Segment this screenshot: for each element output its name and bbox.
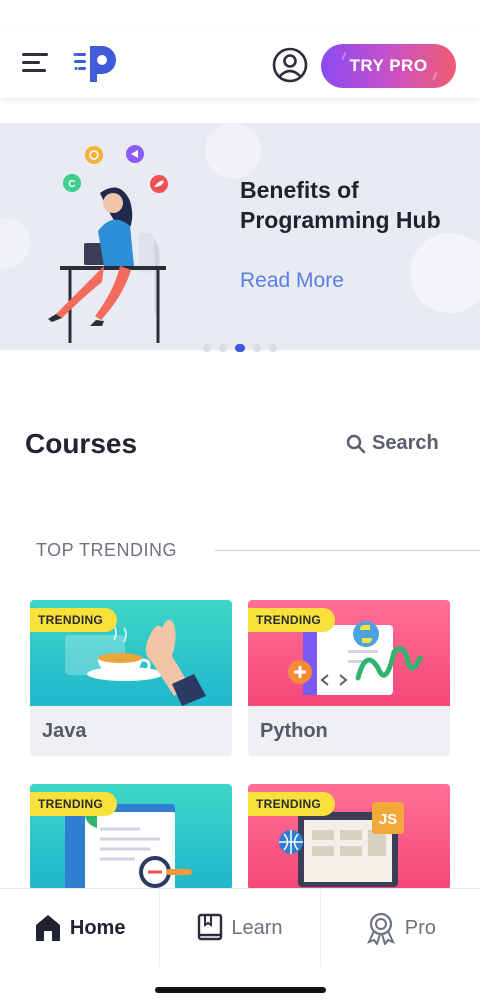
tab-label: Home bbox=[69, 916, 126, 939]
app-header: TRY PRO bbox=[0, 30, 480, 98]
menu-icon[interactable] bbox=[22, 50, 50, 76]
carousel-dot[interactable] bbox=[269, 344, 277, 352]
section-divider bbox=[215, 550, 480, 551]
js-tag: JS bbox=[379, 811, 397, 828]
try-pro-button[interactable]: TRY PRO bbox=[321, 44, 456, 88]
section-label-top-trending: TOP TRENDING bbox=[36, 540, 178, 560]
search-label: Search bbox=[372, 432, 439, 454]
carousel-dot-active[interactable] bbox=[235, 344, 245, 352]
svg-text:C: C bbox=[68, 179, 75, 190]
featured-banner[interactable]: C Benefits of Programming Hub Read More bbox=[0, 123, 480, 350]
carousel-indicator bbox=[0, 344, 480, 352]
trending-badge: TRENDING bbox=[248, 792, 336, 816]
carousel-dot[interactable] bbox=[203, 344, 211, 352]
book-icon bbox=[198, 913, 223, 941]
search-button[interactable]: Search bbox=[346, 432, 439, 455]
tab-label: Pro bbox=[404, 916, 436, 939]
profile-icon[interactable] bbox=[272, 47, 308, 83]
carousel-dot[interactable] bbox=[253, 344, 261, 352]
carousel-dot[interactable] bbox=[219, 344, 227, 352]
trending-badge: TRENDING bbox=[30, 792, 118, 816]
course-card-4[interactable]: JS TRENDING bbox=[248, 784, 450, 890]
read-more-link[interactable]: Read More bbox=[240, 269, 344, 293]
course-name: Python bbox=[260, 720, 328, 742]
course-name: Java bbox=[42, 720, 87, 742]
tab-label: Learn bbox=[231, 916, 283, 939]
coder-illustration: C bbox=[48, 145, 168, 343]
bottom-tab-bar: Home Learn Pro bbox=[0, 888, 480, 967]
tab-learn[interactable]: Learn bbox=[160, 889, 321, 967]
course-card-python[interactable]: TRENDING Python bbox=[248, 600, 450, 756]
banner-title: Benefits of Programming Hub bbox=[240, 177, 441, 233]
course-card-3[interactable]: TRENDING bbox=[30, 784, 232, 890]
trending-badge: TRENDING bbox=[30, 608, 118, 632]
trending-badge: TRENDING bbox=[248, 608, 336, 632]
home-icon bbox=[35, 915, 60, 941]
search-icon bbox=[346, 434, 366, 453]
course-card-java[interactable]: TRENDING Java bbox=[30, 600, 232, 756]
tab-pro[interactable]: Pro bbox=[321, 889, 480, 967]
courses-title: Courses bbox=[25, 428, 138, 459]
programming-hub-logo bbox=[73, 46, 116, 82]
award-icon bbox=[366, 912, 395, 945]
home-indicator bbox=[155, 987, 326, 993]
tab-home[interactable]: Home bbox=[0, 889, 161, 967]
